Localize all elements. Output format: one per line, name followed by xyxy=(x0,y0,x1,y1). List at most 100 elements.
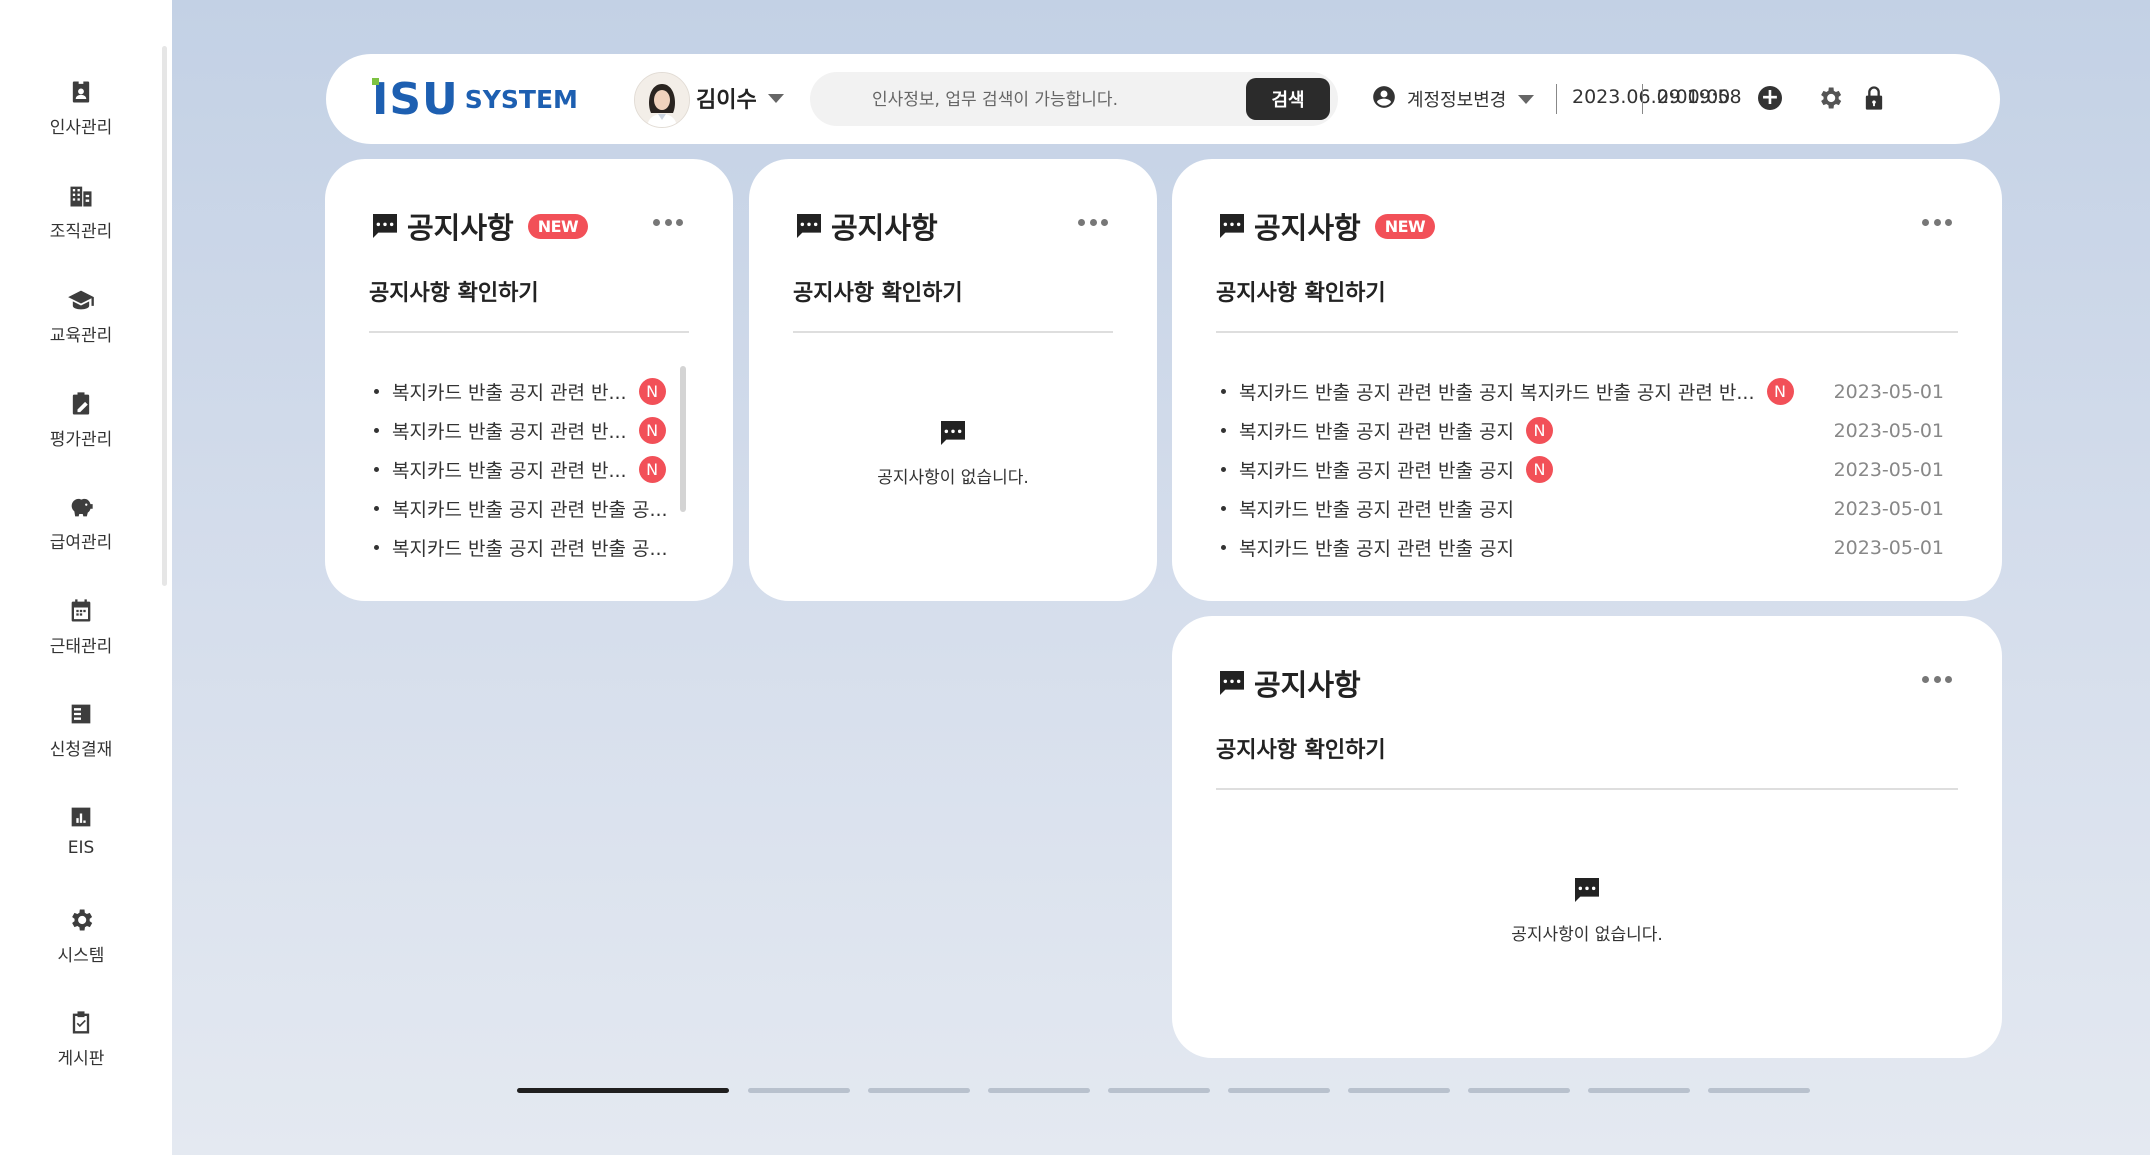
divider xyxy=(1642,84,1643,114)
bullet xyxy=(1221,389,1226,394)
card-title: 공지사항 xyxy=(1254,211,1361,245)
gear-icon xyxy=(72,909,93,931)
list-item[interactable]: 복지카드 반출 공지 관련 반출 공지 2023-05-01 xyxy=(1216,528,1958,567)
chat-bubble-icon xyxy=(1220,671,1244,695)
account-settings-menu[interactable]: 계정정보변경 xyxy=(1371,82,1535,116)
sidebar-item-approval[interactable]: 신청결재 xyxy=(10,700,152,780)
page-indicator[interactable] xyxy=(1588,1088,1690,1093)
logo-text: SYSTEM xyxy=(464,85,578,114)
notice-title: 복지카드 반출 공지 관련 반출 공지 xyxy=(1239,460,1514,482)
page-indicator[interactable] xyxy=(748,1088,850,1093)
more-options-button[interactable] xyxy=(1078,215,1108,229)
page-indicator[interactable] xyxy=(1108,1088,1210,1093)
bullet xyxy=(1221,428,1226,433)
chat-bubble-icon xyxy=(1575,878,1599,902)
lock-button[interactable] xyxy=(1860,84,1888,112)
sidebar-item-evaluation[interactable]: 평가관리 xyxy=(10,390,152,470)
page-indicator[interactable] xyxy=(1348,1088,1450,1093)
sidebar-item-attendance[interactable]: 근태관리 xyxy=(10,597,152,677)
sidebar-item-education[interactable]: 교육관리 xyxy=(10,286,152,366)
card-header: 공지사항 xyxy=(1216,662,1361,704)
card-subtitle-link[interactable]: 공지사항 확인하기 xyxy=(793,275,963,307)
page-indicator[interactable] xyxy=(868,1088,970,1093)
bullet xyxy=(374,389,379,394)
main-area: ISU SYSTEM 김이수 검색 계정정보변경 2023. xyxy=(172,0,2150,1155)
sidebar-item-org[interactable]: 조직관리 xyxy=(10,182,152,262)
list-scrollbar[interactable] xyxy=(680,366,686,512)
empty-message: 공지사항이 없습니다. xyxy=(1511,925,1663,945)
sidebar-item-system[interactable]: 시스템 xyxy=(10,906,152,986)
settings-button[interactable] xyxy=(1816,84,1844,112)
list-item[interactable]: 복지카드 반출 공지 관련 반출 공지 N 2023-05-01 xyxy=(1216,450,1958,489)
list-item[interactable]: 복지카드 반출 공지 관련 반출 공... xyxy=(369,528,668,567)
list-item[interactable]: 복지카드 반출 공지 관련 반출 공지 2023-05-01 xyxy=(1216,489,1958,528)
new-badge: N xyxy=(638,456,666,483)
piggy-bank-icon xyxy=(71,498,93,517)
bullet xyxy=(1221,545,1226,550)
list-item[interactable]: 복지카드 반출 공지 관련 반... N xyxy=(369,372,668,411)
new-badge: N xyxy=(1766,378,1794,405)
dot-icon xyxy=(1933,218,1941,226)
page-indicator[interactable] xyxy=(1228,1088,1330,1093)
extend-session-button[interactable]: + xyxy=(1758,86,1782,110)
page-indicator[interactable] xyxy=(517,1088,729,1093)
sidebar-item-hr[interactable]: 인사관리 xyxy=(10,78,152,158)
card-subtitle-link[interactable]: 공지사항 확인하기 xyxy=(1216,732,1386,764)
user-photo xyxy=(635,73,689,127)
account-label: 계정정보변경 xyxy=(1407,90,1507,111)
notice-title: 복지카드 반출 공지 관련 반출 공... xyxy=(392,538,668,560)
chevron-down-icon xyxy=(1518,94,1535,104)
more-options-button[interactable] xyxy=(653,215,683,229)
page-indicator[interactable] xyxy=(988,1088,1090,1093)
logo-dot xyxy=(372,78,379,85)
list-item[interactable]: 복지카드 반출 공지 관련 반출 공지 N 2023-05-01 xyxy=(1216,411,1958,450)
card-title: 공지사항 xyxy=(1254,668,1361,702)
sidebar-scrollbar[interactable] xyxy=(162,46,167,586)
user-name[interactable]: 김이수 xyxy=(696,82,757,114)
new-badge: N xyxy=(1525,417,1553,444)
sidebar-item-board[interactable]: 게시판 xyxy=(10,1009,152,1089)
list-item[interactable]: 복지카드 반출 공지 관련 반출 공지 복지카드 반출 공지 관련 반... N 2… xyxy=(1216,372,1958,411)
card-header: 공지사항 xyxy=(793,205,938,247)
more-options-button[interactable] xyxy=(1922,672,1952,686)
chevron-down-icon[interactable] xyxy=(768,94,784,103)
list-item[interactable]: 복지카드 반출 공지 관련 반출 공... xyxy=(369,489,668,528)
user-circle-icon xyxy=(1371,84,1397,114)
bullet xyxy=(1221,506,1226,511)
chat-bubble-icon xyxy=(1220,214,1244,238)
dot-icon xyxy=(676,218,683,226)
sidebar-item-label: 교육관리 xyxy=(49,326,113,346)
card-subtitle-link[interactable]: 공지사항 확인하기 xyxy=(369,275,539,307)
bullet xyxy=(374,545,379,550)
notice-date: 2023-05-01 xyxy=(1833,458,1944,481)
card-subtitle-link[interactable]: 공지사항 확인하기 xyxy=(1216,275,1386,307)
bar-chart-icon xyxy=(71,807,91,827)
new-badge: N xyxy=(638,378,666,405)
logo[interactable]: ISU SYSTEM xyxy=(372,76,578,122)
search-input[interactable] xyxy=(836,80,1254,120)
dot-icon xyxy=(1089,218,1097,226)
new-badge: NEW xyxy=(1374,213,1436,239)
card-header: 공지사항 NEW xyxy=(369,205,589,247)
more-options-button[interactable] xyxy=(1922,215,1952,229)
new-badge: NEW xyxy=(527,213,589,239)
card-title: 공지사항 xyxy=(407,211,514,245)
notice-card: 공지사항 공지사항 확인하기 공지사항이 없습니다. xyxy=(749,159,1157,601)
page-indicator[interactable] xyxy=(1468,1088,1570,1093)
page-indicator[interactable] xyxy=(1708,1088,1810,1093)
divider xyxy=(369,331,689,333)
notice-card: 공지사항 NEW 공지사항 확인하기 복지카드 반출 공지 관련 반출 공지 복… xyxy=(1172,159,2002,601)
notice-date: 2023-05-01 xyxy=(1833,419,1944,442)
notice-title: 복지카드 반출 공지 관련 반... xyxy=(392,421,627,443)
notice-title: 복지카드 반출 공지 관련 반출 공지 xyxy=(1239,499,1514,521)
new-badge: N xyxy=(638,417,666,444)
search-button[interactable]: 검색 xyxy=(1246,78,1330,120)
notice-card: 공지사항 NEW 공지사항 확인하기 복지카드 반출 공지 관련 반... N 복… xyxy=(325,159,733,601)
clipboard-edit-icon xyxy=(72,392,90,415)
sidebar-item-payroll[interactable]: 급여관리 xyxy=(10,493,152,573)
list-item[interactable]: 복지카드 반출 공지 관련 반... N xyxy=(369,450,668,489)
avatar[interactable] xyxy=(634,72,690,128)
list-item[interactable]: 복지카드 반출 공지 관련 반... N xyxy=(369,411,668,450)
sidebar-item-label: 근태관리 xyxy=(49,637,113,657)
sidebar-item-eis[interactable]: EIS xyxy=(10,803,152,883)
